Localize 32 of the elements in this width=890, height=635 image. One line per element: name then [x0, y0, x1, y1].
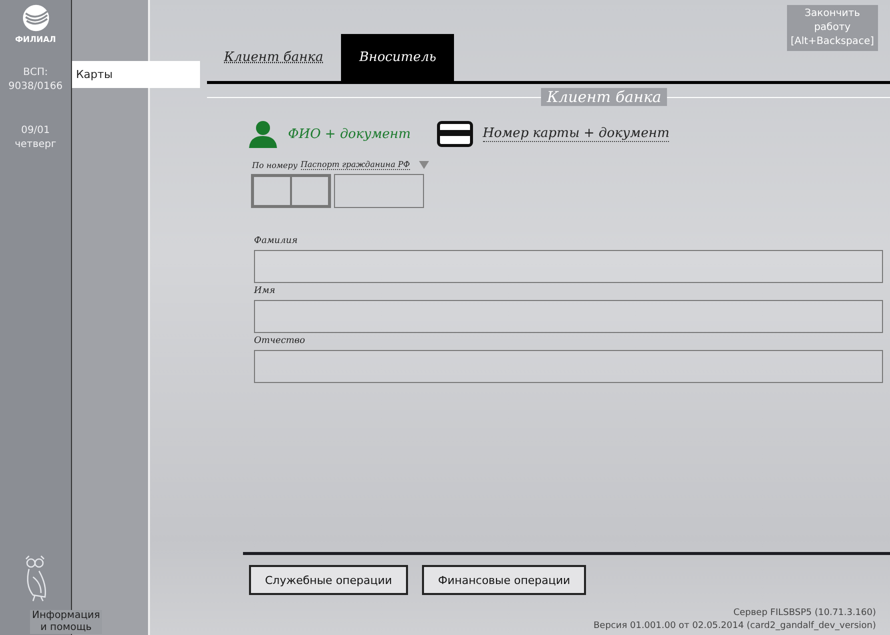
version-text: Версия 01.001.00 от 02.05.2014 (card2_gandalf_dev_version) [594, 620, 876, 633]
series-input-field[interactable] [291, 176, 329, 206]
logo-text: ФИЛИАЛ [15, 35, 56, 44]
logo-icon [22, 4, 50, 32]
document-type-dropdown[interactable]: Паспорт гражданина РФ [300, 160, 410, 170]
date: 09/01 [21, 124, 50, 138]
name-input-field[interactable] [254, 300, 883, 333]
card-icon [436, 121, 473, 147]
section-title: Клиент банка [540, 88, 668, 106]
operations-button[interactable]: Финансовые операции [422, 565, 586, 595]
help-link[interactable]: Информация [32, 610, 100, 622]
number-input-field[interactable] [334, 174, 424, 208]
document-prefix: По номеру [252, 160, 298, 170]
menu-item[interactable]: Карты [72, 61, 200, 88]
search-mode-link[interactable]: Номер карты + документ [482, 126, 670, 142]
weekday: четверг [14, 138, 56, 152]
dropdown-arrow-icon[interactable] [418, 161, 429, 169]
name-input-field[interactable] [254, 350, 883, 383]
version-text: Сервер FILSBSP5 (10.71.3.160) [733, 607, 876, 620]
branch-label: ВСП: [23, 66, 48, 80]
field-label: Фамилия [254, 236, 299, 246]
person-icon [248, 120, 278, 148]
field-label: Имя [254, 286, 276, 296]
tab[interactable]: Вноситель [341, 34, 454, 81]
operations-button[interactable]: Служебные операции [249, 565, 408, 595]
series-input-field[interactable] [253, 176, 291, 206]
field-label: Отчество [254, 336, 306, 346]
help-link[interactable]: и помощь [40, 622, 92, 634]
name-input-field[interactable] [254, 250, 883, 283]
search-mode-link[interactable]: ФИО + документ [288, 126, 411, 142]
branch-code: 9038/0166 [8, 80, 63, 94]
tab[interactable]: Клиент банка [208, 34, 342, 81]
